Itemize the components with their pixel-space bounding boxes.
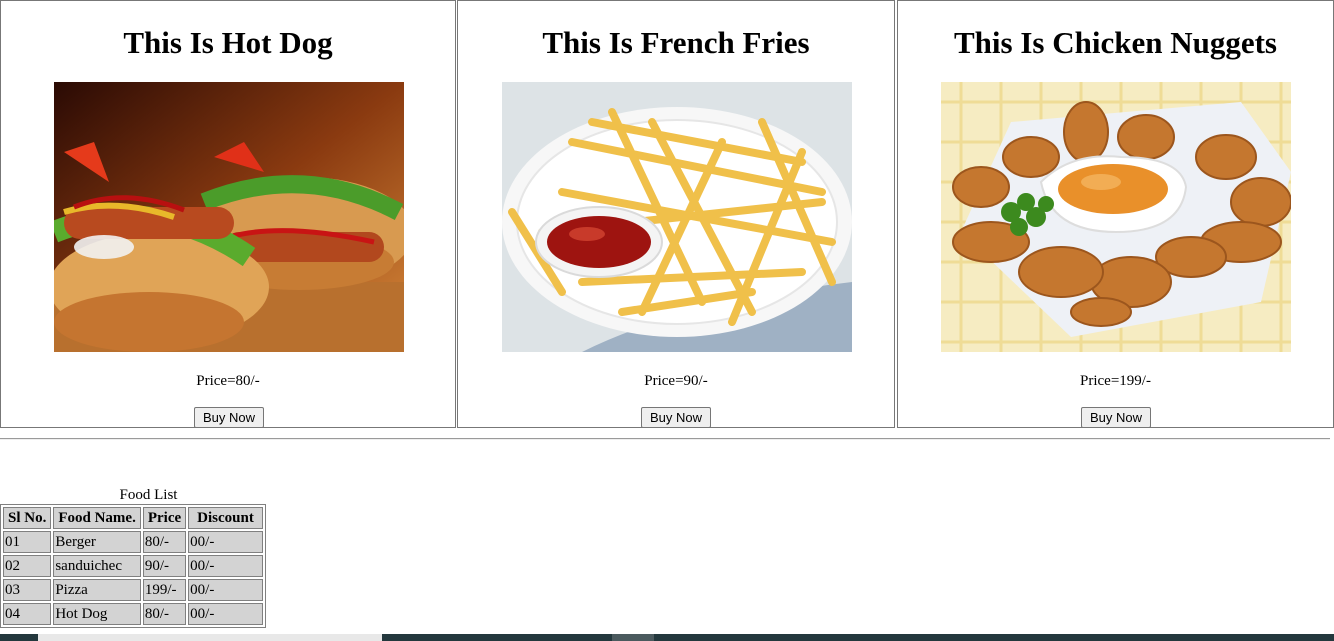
column-header: Sl No. [3, 507, 52, 529]
price-label: Price=90/- [644, 373, 708, 389]
table-cell: 04 [3, 603, 52, 625]
table-cell: 80/- [142, 531, 187, 553]
product-card-hot-dog: This Is Hot Dog Price=80/- Buy Now [0, 0, 456, 428]
table-cell: Pizza [53, 579, 141, 601]
card-title: This Is French Fries [542, 25, 810, 60]
table-cell: 03 [3, 579, 52, 601]
table-cell: 02 [3, 555, 52, 577]
table-cell: 00/- [188, 531, 263, 553]
buy-now-button[interactable]: Buy Now [641, 407, 711, 428]
hot-dog-image [54, 82, 404, 352]
price-label: Price=80/- [196, 373, 260, 389]
french-fries-image [502, 82, 852, 352]
column-header: Price [142, 507, 187, 529]
product-card-chicken-nuggets: This Is Chicken Nuggets Price=199/- Buy … [897, 0, 1334, 428]
table-row: 03 Pizza 199/- 00/- [3, 579, 263, 601]
card-title: This Is Hot Dog [123, 25, 333, 60]
table-cell: 90/- [142, 555, 187, 577]
table-row: 02 sanduichec 90/- 00/- [3, 555, 263, 577]
taskbar-search-box[interactable] [38, 634, 382, 641]
column-header: Food Name. [53, 507, 141, 529]
price-label: Price=199/- [1080, 373, 1151, 389]
chicken-nuggets-image [941, 82, 1291, 352]
table-cell: 01 [3, 531, 52, 553]
taskbar-app-button[interactable] [612, 634, 654, 641]
table-cell: 00/- [188, 603, 263, 625]
table-cell: Berger [53, 531, 141, 553]
horizontal-rule [0, 438, 1330, 440]
table-cell: 00/- [188, 579, 263, 601]
product-cards-row: This Is Hot Dog Price=80/- Buy Now This … [0, 0, 1334, 430]
table-header-row: Sl No. Food Name. Price Discount [3, 507, 263, 529]
table-cell: Hot Dog [53, 603, 141, 625]
card-title: This Is Chicken Nuggets [954, 25, 1277, 60]
table-cell: 199/- [142, 579, 187, 601]
table-row: 04 Hot Dog 80/- 00/- [3, 603, 263, 625]
food-list-table: Sl No. Food Name. Price Discount 01 Berg… [0, 504, 266, 628]
table-row: 01 Berger 80/- 00/- [3, 531, 263, 553]
table-cell: 00/- [188, 555, 263, 577]
column-header: Discount [188, 507, 263, 529]
buy-now-button[interactable]: Buy Now [194, 407, 264, 428]
table-cell: sanduichec [53, 555, 141, 577]
taskbar [0, 634, 1334, 641]
buy-now-button[interactable]: Buy Now [1081, 407, 1151, 428]
product-card-french-fries: This Is French Fries Price=90/- Buy Now [457, 0, 895, 428]
table-cell: 80/- [142, 603, 187, 625]
table-caption: Food List [119, 487, 178, 503]
